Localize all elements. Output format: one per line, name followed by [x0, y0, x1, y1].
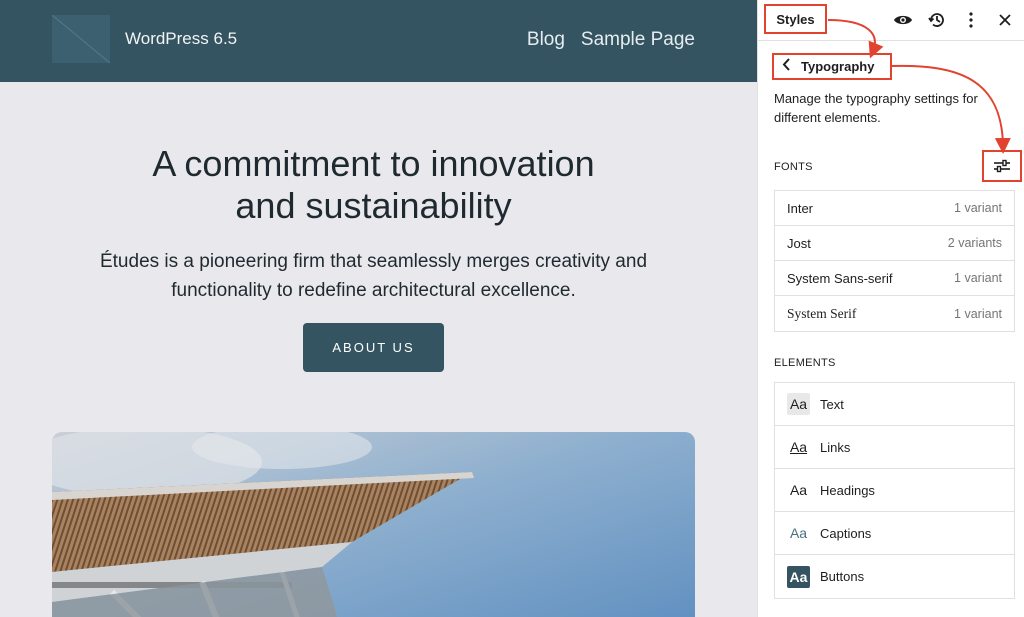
- hero-paragraph[interactable]: Études is a pioneering firm that seamles…: [52, 247, 695, 305]
- eye-icon[interactable]: [891, 8, 915, 32]
- element-label: Headings: [820, 482, 875, 498]
- site-header: WordPress 6.5 Blog Sample Page: [0, 0, 757, 82]
- hero-paragraph-line-1: Études is a pioneering firm that seamles…: [99, 251, 648, 272]
- text-preview-icon: Aa: [787, 393, 810, 415]
- close-icon[interactable]: [993, 8, 1017, 32]
- nav-link-blog[interactable]: Blog: [527, 29, 565, 51]
- font-item-system-serif[interactable]: System Serif 1 variant: [775, 296, 1014, 331]
- elements-list: Aa Text Aa Links Aa Headings Aa Captions…: [774, 382, 1015, 599]
- sidebar-header: Styles: [758, 0, 1024, 41]
- history-icon[interactable]: [925, 8, 949, 32]
- typography-nav-header[interactable]: Typography: [772, 53, 892, 80]
- hero-image[interactable]: [52, 432, 695, 617]
- site-navigation: Blog Sample Page: [527, 29, 695, 51]
- sliders-icon: [994, 159, 1010, 173]
- typography-heading: Typography: [801, 59, 875, 74]
- about-us-button[interactable]: ABOUT US: [303, 323, 444, 372]
- typography-description: Manage the typography settings for diffe…: [774, 89, 1009, 127]
- font-item-jost[interactable]: Jost 2 variants: [775, 226, 1014, 261]
- styles-sidebar: Styles Typography Manage the typography …: [757, 0, 1024, 617]
- element-label: Text: [820, 396, 844, 412]
- more-vertical-icon[interactable]: [959, 8, 983, 32]
- headings-preview-icon: Aa: [789, 482, 808, 498]
- hero-heading-line-1: A commitment to innovation: [152, 143, 595, 184]
- font-variant-count: 1 variant: [954, 306, 1002, 321]
- font-variant-count: 2 variants: [947, 236, 1002, 250]
- font-variant-count: 1 variant: [954, 271, 1002, 285]
- logo-placeholder-icon: [52, 15, 110, 63]
- site-title[interactable]: WordPress 6.5: [125, 29, 237, 49]
- typography-description-line-2: different elements.: [774, 110, 881, 125]
- elements-section-label: ELEMENTS: [774, 357, 836, 369]
- nav-link-sample-page[interactable]: Sample Page: [581, 29, 695, 51]
- element-item-headings[interactable]: Aa Headings: [775, 469, 1014, 512]
- font-name: Jost: [787, 235, 811, 251]
- element-item-captions[interactable]: Aa Captions: [775, 512, 1014, 555]
- manage-fonts-button[interactable]: [982, 150, 1022, 182]
- sidebar-actions: [891, 8, 1017, 32]
- captions-preview-icon: Aa: [789, 525, 808, 541]
- font-list: Inter 1 variant Jost 2 variants System S…: [774, 190, 1015, 332]
- typography-description-line-1: Manage the typography settings for: [774, 91, 978, 106]
- site-logo[interactable]: [52, 15, 110, 63]
- font-item-inter[interactable]: Inter 1 variant: [775, 191, 1014, 226]
- element-item-links[interactable]: Aa Links: [775, 426, 1014, 469]
- architecture-photo: [52, 432, 695, 617]
- element-label: Captions: [820, 525, 872, 541]
- element-label: Links: [820, 439, 851, 455]
- font-name: System Sans-serif: [787, 270, 893, 286]
- site-preview-canvas: WordPress 6.5 Blog Sample Page A commitm…: [0, 0, 757, 617]
- element-item-buttons[interactable]: Aa Buttons: [775, 555, 1014, 598]
- font-name: Inter: [787, 200, 814, 216]
- styles-title[interactable]: Styles: [764, 4, 827, 34]
- links-preview-icon: Aa: [789, 439, 808, 455]
- buttons-preview-icon: Aa: [787, 565, 810, 588]
- hero-paragraph-line-2: functionality to redefine architectural …: [171, 280, 576, 301]
- font-variant-count: 1 variant: [954, 201, 1002, 215]
- chevron-left-icon[interactable]: [782, 57, 791, 76]
- hero-heading[interactable]: A commitment to innovation and sustainab…: [52, 143, 695, 227]
- hero-heading-line-2: and sustainability: [235, 185, 512, 226]
- fonts-section-label: FONTS: [774, 161, 813, 173]
- font-item-system-sans-serif[interactable]: System Sans-serif 1 variant: [775, 261, 1014, 296]
- element-label: Buttons: [820, 569, 865, 584]
- element-item-text[interactable]: Aa Text: [775, 383, 1014, 426]
- font-name: System Serif: [787, 305, 857, 321]
